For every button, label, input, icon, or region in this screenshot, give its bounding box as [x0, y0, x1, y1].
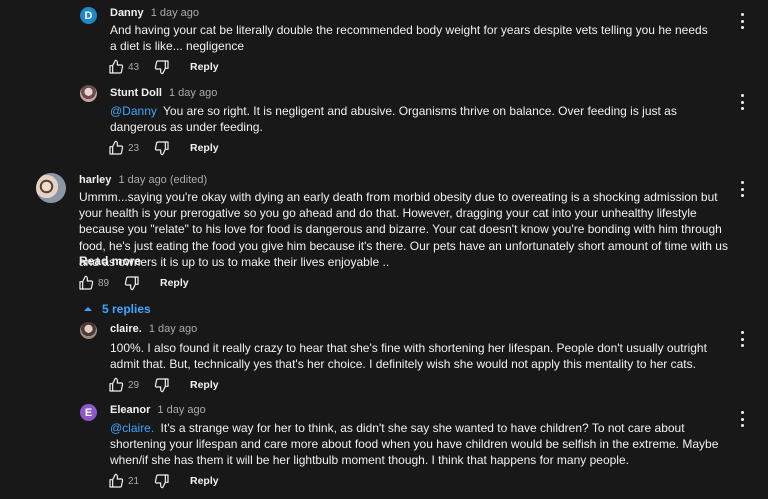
comment-body: It's a strange way for her to think, as … [110, 421, 719, 468]
comment-text: 100%. I also found it really crazy to he… [110, 340, 720, 372]
dislike-button[interactable] [124, 275, 140, 291]
more-vertical-icon[interactable] [736, 13, 748, 29]
thumbs-down-icon [154, 141, 169, 156]
like-count: 89 [98, 277, 110, 289]
like-count: 23 [128, 142, 140, 154]
like-button[interactable] [108, 377, 124, 393]
timestamp[interactable]: 1 day ago [149, 323, 197, 335]
thumbs-down-icon [124, 276, 139, 291]
timestamp[interactable]: 1 day ago [169, 87, 217, 99]
comment-actions: 23 Reply [108, 140, 219, 156]
timestamp[interactable]: 1 day ago [151, 7, 199, 19]
comment-header: harley 1 day ago (edited) [79, 174, 207, 186]
comment-text: Ummm...saying you're okay with dying an … [79, 189, 729, 270]
timestamp[interactable]: 1 day ago (edited) [118, 174, 207, 186]
comment-header: Eleanor 1 day ago [110, 404, 206, 416]
like-button[interactable] [108, 473, 124, 489]
chevron-up-icon [84, 307, 92, 311]
read-more-link[interactable]: Read more [79, 254, 141, 268]
comment-actions: 29 Reply [108, 377, 219, 393]
thumbs-up-icon [109, 377, 124, 392]
avatar[interactable]: D [80, 7, 97, 24]
like-count: 29 [128, 379, 140, 391]
comment-actions: 89 Reply [78, 275, 189, 291]
thumbs-up-icon [109, 59, 124, 74]
author-name[interactable]: Eleanor [110, 404, 150, 416]
avatar[interactable] [80, 322, 97, 339]
more-vertical-icon[interactable] [736, 94, 748, 110]
timestamp[interactable]: 1 day ago [157, 404, 205, 416]
avatar[interactable] [80, 85, 97, 102]
comment-header: Danny 1 day ago [110, 7, 199, 19]
replies-toggle[interactable]: 5 replies [82, 302, 151, 316]
like-button[interactable] [108, 140, 124, 156]
comment-actions: 43 Reply [108, 59, 219, 75]
more-vertical-icon[interactable] [736, 181, 748, 197]
reply-button[interactable]: Reply [190, 475, 219, 487]
like-button[interactable] [78, 275, 94, 291]
dislike-button[interactable] [154, 59, 170, 75]
more-vertical-icon[interactable] [736, 411, 748, 427]
like-count: 43 [128, 61, 140, 73]
comment-body: You are so right. It is negligent and ab… [110, 104, 677, 135]
replies-count: 5 replies [102, 302, 151, 316]
comment-text: And having your cat be literally double … [110, 22, 715, 54]
author-name[interactable]: claire. [110, 323, 142, 335]
comment-body: 100%. I also found it really crazy to he… [110, 341, 707, 372]
reply-button[interactable]: Reply [160, 277, 189, 289]
thumbs-up-icon [109, 140, 124, 155]
more-vertical-icon[interactable] [736, 331, 748, 347]
author-name[interactable]: Stunt Doll [110, 87, 162, 99]
dislike-button[interactable] [154, 140, 170, 156]
thumbs-up-icon [79, 275, 94, 290]
reply-button[interactable]: Reply [190, 61, 219, 73]
comment-body: And having your cat be literally double … [110, 23, 708, 54]
like-count: 21 [128, 475, 140, 487]
comment-text: @claire. It's a strange way for her to t… [110, 420, 720, 469]
dislike-button[interactable] [154, 377, 170, 393]
reply-button[interactable]: Reply [190, 379, 219, 391]
thumbs-down-icon [154, 378, 169, 393]
like-button[interactable] [108, 59, 124, 75]
avatar[interactable]: E [80, 404, 97, 421]
dislike-button[interactable] [154, 473, 170, 489]
comment-actions: 21 Reply [108, 473, 219, 489]
thumbs-down-icon [154, 60, 169, 75]
avatar[interactable] [36, 173, 66, 203]
reply-button[interactable]: Reply [190, 142, 219, 154]
author-name[interactable]: Danny [110, 7, 144, 19]
comment-header: Stunt Doll 1 day ago [110, 87, 217, 99]
thumbs-down-icon [154, 474, 169, 489]
comment-header: claire. 1 day ago [110, 323, 197, 335]
author-name[interactable]: harley [79, 174, 111, 186]
thumbs-up-icon [109, 473, 124, 488]
comment-text: @Danny You are so right. It is negligent… [110, 103, 715, 135]
mention-link[interactable]: @Danny [110, 104, 157, 118]
mention-link[interactable]: @claire. [110, 421, 154, 435]
comment-body: Ummm...saying you're okay with dying an … [79, 190, 728, 269]
